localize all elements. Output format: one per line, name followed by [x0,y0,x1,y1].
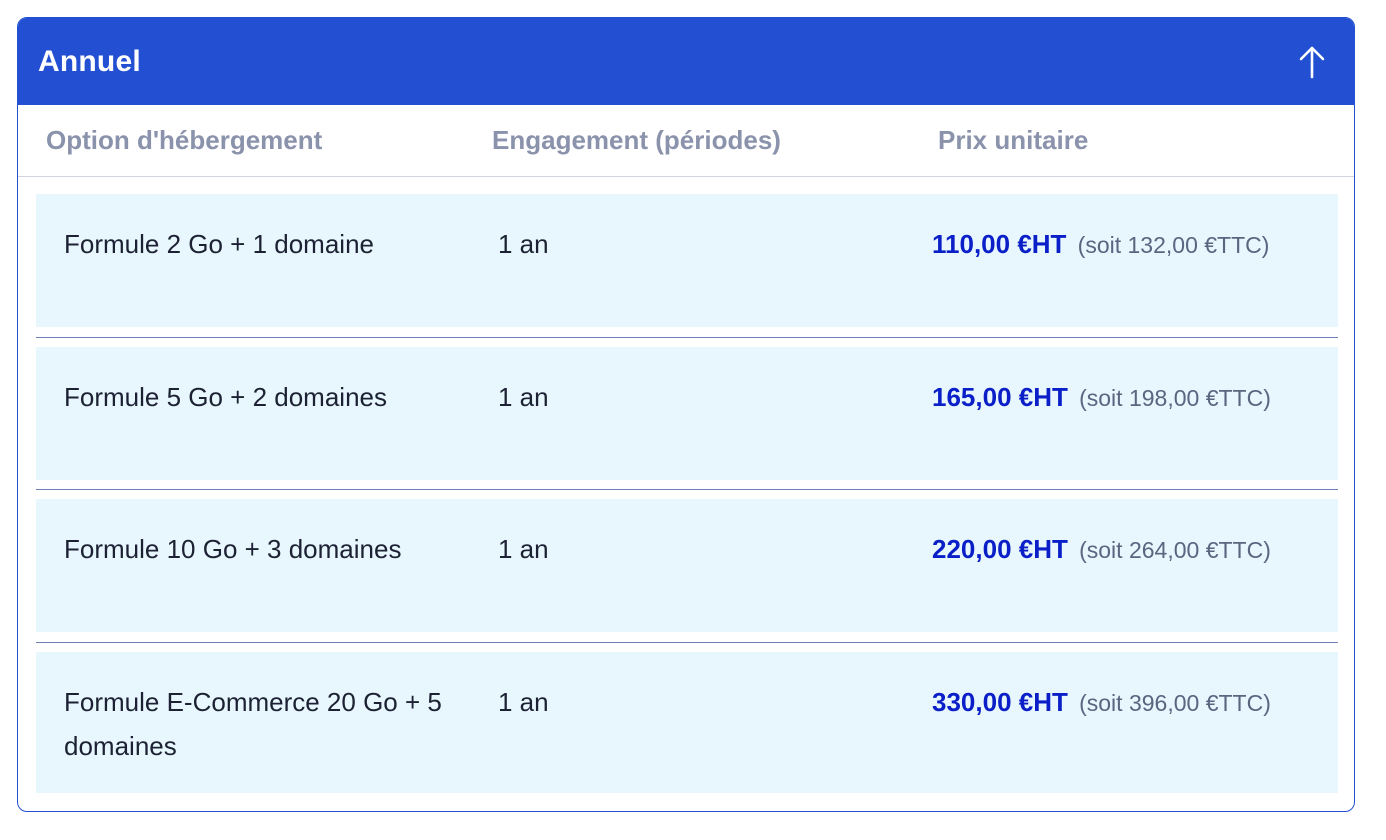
row-engagement: 1 an [498,534,549,564]
table-row: Formule E-Commerce 20 Go + 5 domaines 1 … [36,652,1338,793]
row-price: 220,00 €HT (soit 264,00 €TTC) [932,527,1271,572]
price-ht: 165,00 €HT [932,382,1068,412]
price-ht: 110,00 €HT [932,229,1067,259]
row-engagement: 1 an [498,382,549,412]
row-option-name: Formule 10 Go + 3 domaines [64,534,402,564]
row-engagement: 1 an [498,687,549,717]
row-option-name: Formule E-Commerce 20 Go + 5 domaines [64,687,442,761]
column-header-engagement: Engagement (périodes) [492,125,781,155]
row-divider [36,489,1338,490]
price-ht: 220,00 €HT [932,534,1068,564]
row-price: 330,00 €HT (soit 396,00 €TTC) [932,680,1271,725]
price-ttc: (soit 198,00 €TTC) [1079,385,1271,411]
column-header-option: Option d'hébergement [46,125,323,155]
pricing-panel: Annuel Option d'hébergement Engagement (… [17,17,1355,812]
row-price: 165,00 €HT (soit 198,00 €TTC) [932,375,1271,420]
row-engagement: 1 an [498,229,549,259]
table-row: Formule 2 Go + 1 domaine 1 an 110,00 €HT… [36,194,1338,327]
price-ht: 330,00 €HT [932,687,1068,717]
row-option-name: Formule 5 Go + 2 domaines [64,382,387,412]
collapse-button[interactable] [1290,40,1334,84]
price-ttc: (soit 132,00 €TTC) [1077,232,1270,258]
table-row: Formule 5 Go + 2 domaines 1 an 165,00 €H… [36,347,1338,480]
row-price: 110,00 €HT (soit 132,00 €TTC) [932,222,1269,267]
panel-header[interactable]: Annuel [18,18,1354,105]
price-ttc: (soit 396,00 €TTC) [1079,690,1271,716]
row-divider [36,642,1338,643]
price-ttc: (soit 264,00 €TTC) [1079,537,1271,563]
column-headers: Option d'hébergement Engagement (période… [18,105,1354,177]
row-divider [36,337,1338,338]
table-row: Formule 10 Go + 3 domaines 1 an 220,00 €… [36,499,1338,632]
arrow-up-icon [1299,46,1325,78]
row-option-name: Formule 2 Go + 1 domaine [64,229,374,259]
column-header-price: Prix unitaire [938,125,1089,155]
panel-title: Annuel [38,44,141,78]
